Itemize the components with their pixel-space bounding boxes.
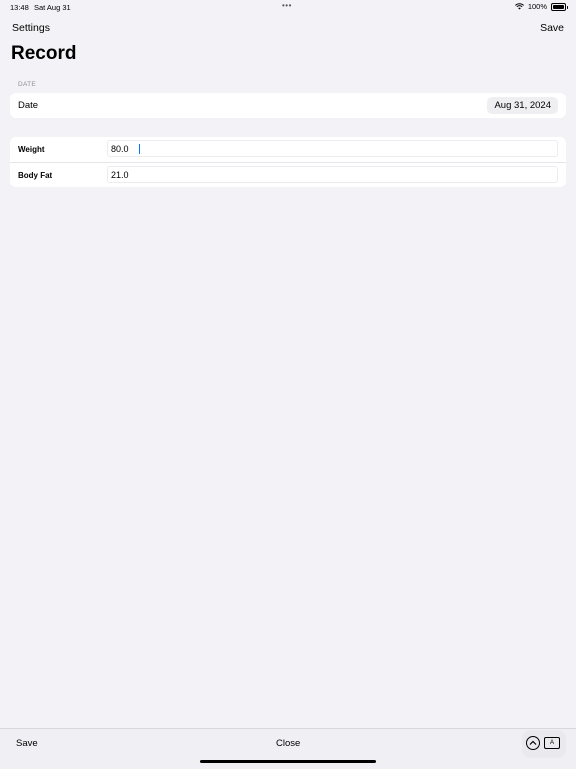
status-date: Sat Aug 31 — [34, 3, 71, 12]
chevron-up-icon[interactable] — [526, 736, 540, 750]
nav-save-button[interactable]: Save — [540, 22, 564, 34]
weight-input[interactable] — [107, 140, 558, 157]
settings-back-button[interactable]: Settings — [12, 22, 50, 34]
battery-icon — [551, 2, 568, 11]
keyboard-shortcuts: A — [522, 730, 566, 758]
home-indicator[interactable] — [200, 760, 376, 763]
battery-percent: 100% — [527, 2, 547, 11]
measurements-group: Weight Body Fat — [10, 137, 566, 187]
body-fat-label: Body Fat — [18, 171, 53, 180]
date-label: Date — [18, 100, 39, 111]
multitasking-dots-icon[interactable]: ••• — [282, 1, 292, 10]
weight-label: Weight — [18, 145, 45, 154]
navigation-bar: Settings Save — [12, 20, 564, 36]
date-group: Date Aug 31, 2024 — [10, 93, 566, 118]
text-caret — [139, 143, 140, 154]
keyboard-icon[interactable]: A — [544, 737, 560, 749]
status-right: 100% — [514, 2, 568, 11]
status-bar: 13:48 Sat Aug 31 ••• 100% — [0, 0, 576, 14]
date-picker-button[interactable]: Aug 31, 2024 — [487, 97, 558, 114]
page-title: Record — [11, 43, 77, 64]
weight-row: Weight — [10, 137, 566, 162]
status-time: 13:48 — [10, 3, 29, 12]
wifi-icon — [514, 3, 524, 10]
date-section-header: DATE — [18, 81, 37, 88]
toolbar-save-button[interactable]: Save — [16, 738, 38, 749]
date-row: Date Aug 31, 2024 — [10, 93, 566, 118]
body-fat-row: Body Fat — [10, 162, 566, 188]
toolbar-close-button[interactable]: Close — [276, 738, 300, 749]
body-fat-input[interactable] — [107, 166, 558, 183]
